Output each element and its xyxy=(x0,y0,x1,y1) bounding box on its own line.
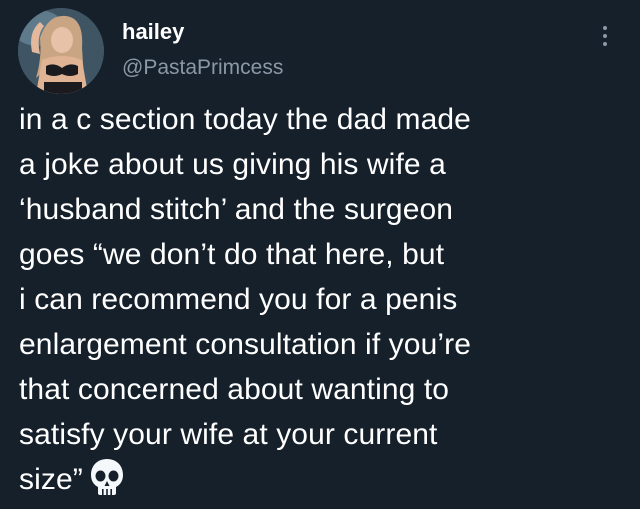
more-options-button[interactable] xyxy=(592,18,618,54)
tweet-text-line: enlargement consultation if you’re xyxy=(19,328,471,361)
avatar-photo xyxy=(18,8,104,94)
tweet-text-line: in a c section today the dad made xyxy=(19,103,471,136)
tweet-text-line: satisfy your wife at your current xyxy=(19,418,438,451)
tweet-text-last-line: size” xyxy=(19,457,629,502)
tweet-text-line: a joke about us giving his wife a xyxy=(19,148,446,181)
more-dot xyxy=(603,42,607,46)
author-name[interactable]: hailey xyxy=(122,18,184,46)
tweet-text-line: goes “we don’t do that here, but xyxy=(19,238,445,271)
skull-icon xyxy=(89,457,125,497)
tweet-text: in a c section today the dad made a joke… xyxy=(19,97,629,502)
more-dot xyxy=(603,34,607,38)
tweet-text-line: size” xyxy=(19,463,83,496)
avatar[interactable] xyxy=(18,8,104,94)
tweet-card: hailey @PastaPrimcess in a c section tod… xyxy=(0,0,640,509)
author-handle[interactable]: @PastaPrimcess xyxy=(122,54,283,82)
tweet-text-line: that concerned about wanting to xyxy=(19,373,450,406)
tweet-text-line: ‘husband stitch’ and the surgeon xyxy=(19,193,454,226)
tweet-text-line: i can recommend you for a penis xyxy=(19,283,458,316)
more-dot xyxy=(603,26,607,30)
